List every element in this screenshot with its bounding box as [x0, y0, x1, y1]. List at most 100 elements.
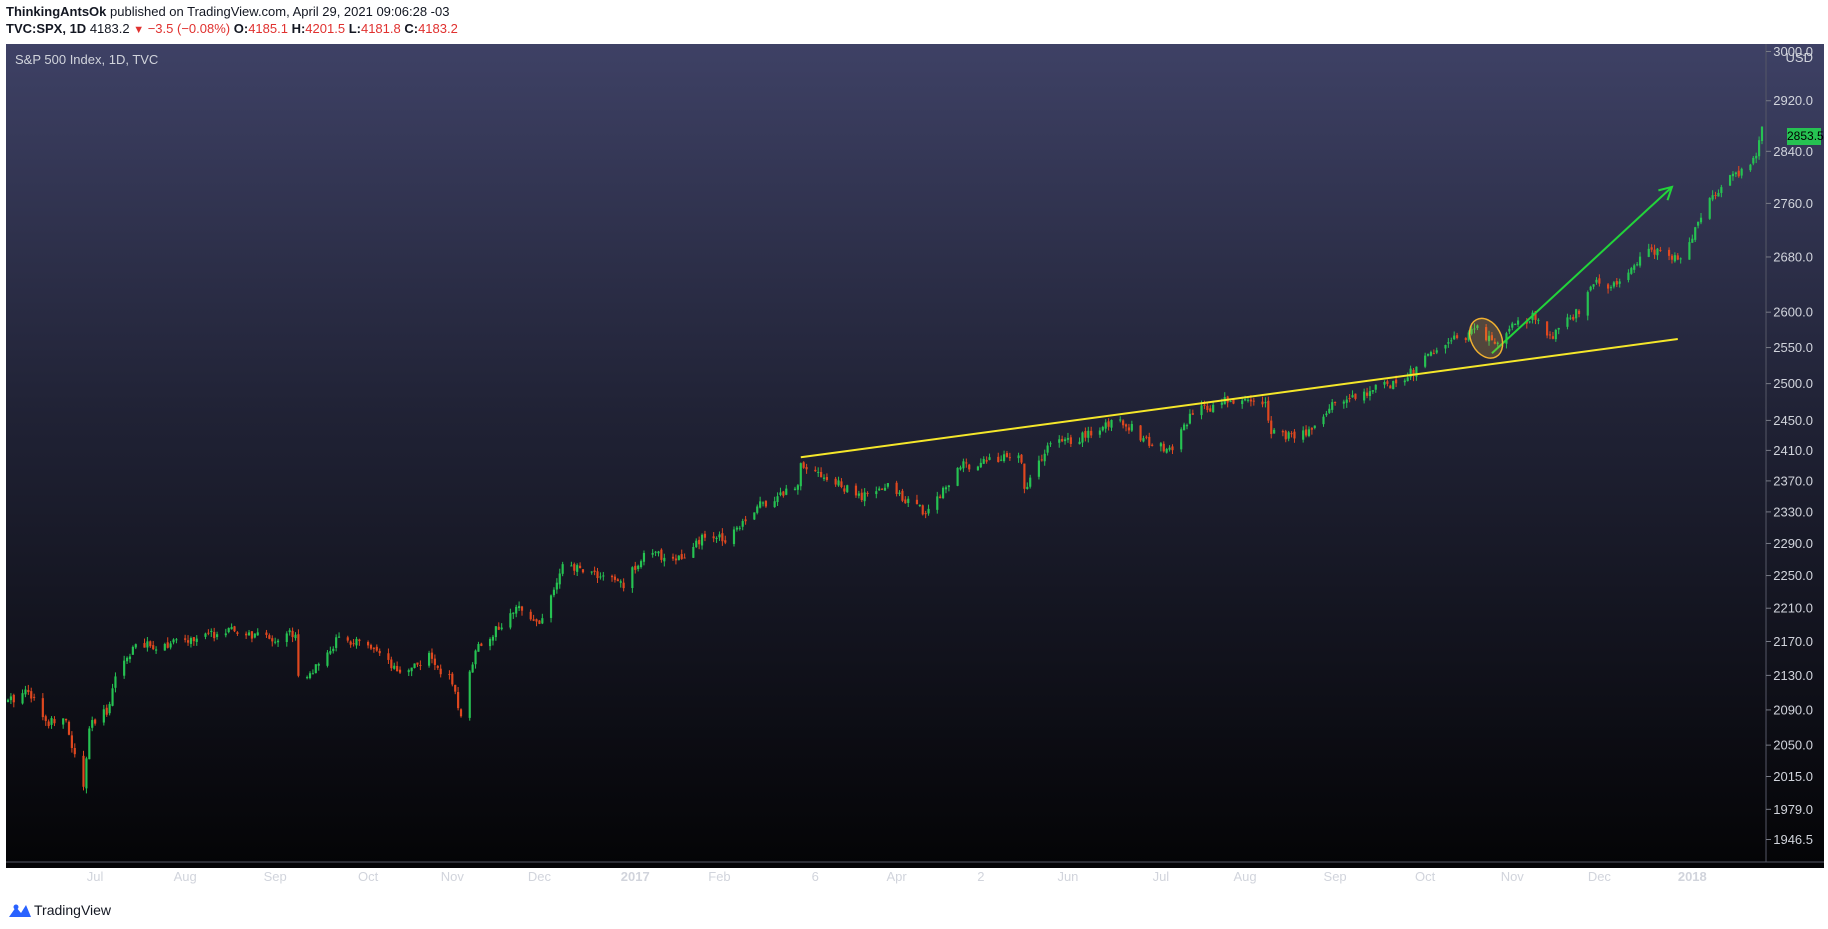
candle-up	[175, 639, 178, 641]
candle-up	[1447, 342, 1450, 344]
price-tick-label: 2015.0	[1773, 769, 1813, 784]
candle-up	[1130, 423, 1133, 431]
candle-down	[233, 626, 236, 632]
candle-up	[1159, 443, 1162, 447]
candle-down	[968, 464, 971, 470]
candle-down	[840, 481, 843, 488]
price-tick-label: 2170.0	[1773, 634, 1813, 649]
candle-up	[274, 641, 277, 643]
candle-down	[369, 645, 373, 649]
time-tick-label: 6	[812, 869, 819, 884]
time-tick-label: 2018	[1678, 869, 1707, 884]
candle-down	[622, 582, 625, 589]
chart-background	[6, 44, 1824, 868]
candle-up	[1081, 432, 1084, 443]
candle-down	[1261, 401, 1264, 405]
candle-down	[1008, 457, 1011, 459]
candle-down	[904, 499, 907, 504]
candlestick-chart[interactable]: 3000.02920.02840.02760.02680.02600.02550…	[0, 0, 1828, 929]
candle-up	[1679, 258, 1682, 260]
candle-up	[1371, 390, 1374, 392]
candle-up	[102, 709, 105, 723]
candle-down	[73, 747, 76, 755]
candle-up	[247, 632, 251, 636]
candle-up	[24, 689, 27, 695]
candle-down	[538, 620, 541, 624]
candle-up	[718, 534, 721, 538]
candle-up	[1287, 432, 1290, 439]
candle-up	[663, 557, 666, 562]
candle-up	[326, 652, 329, 666]
candle-up	[1734, 172, 1737, 175]
tradingview-logo-icon[interactable]	[7, 902, 33, 920]
candle-up	[1246, 399, 1250, 401]
candle-up	[799, 463, 802, 487]
time-tick-label: Nov	[1501, 869, 1525, 884]
footer-brand[interactable]: TradingView	[34, 902, 111, 918]
candle-up	[651, 552, 654, 555]
candle-up	[1444, 344, 1447, 349]
candle-down	[1546, 321, 1549, 336]
candle-down	[1670, 255, 1674, 260]
candle-up	[256, 632, 259, 636]
candle-up	[677, 555, 680, 561]
candle-up	[1328, 408, 1331, 413]
candle-up	[1575, 309, 1578, 319]
candle-up	[123, 660, 126, 676]
candle-up	[515, 606, 518, 614]
candle-up	[822, 477, 826, 479]
candle-down	[613, 576, 617, 580]
candle-down	[358, 639, 361, 642]
candle-down	[271, 638, 274, 642]
candle-up	[1557, 327, 1560, 330]
candle-up	[227, 628, 230, 633]
candle-up	[756, 506, 759, 513]
candle-down	[367, 642, 370, 646]
candle-up	[1325, 413, 1328, 416]
candle-up	[1699, 217, 1703, 223]
price-tick-label: 2290.0	[1773, 536, 1813, 551]
candle-up	[1098, 430, 1101, 435]
candle-up	[1017, 455, 1020, 459]
candle-down	[1714, 195, 1717, 197]
candle-up	[317, 663, 320, 666]
candle-down	[1334, 402, 1337, 404]
candle-up	[1688, 242, 1691, 260]
candle-up	[1000, 459, 1003, 461]
candle-up	[494, 626, 497, 638]
candle-down	[1348, 398, 1351, 400]
candle-up	[1612, 282, 1615, 287]
candle-down	[532, 619, 535, 621]
candle-up	[91, 720, 94, 728]
candle-up	[959, 467, 962, 470]
candle-up	[715, 537, 718, 539]
candle-up	[230, 627, 233, 630]
candle-up	[509, 613, 512, 628]
candle-up	[1618, 281, 1621, 284]
candle-up	[1374, 384, 1377, 390]
candle-down	[433, 658, 436, 665]
candle-down	[1290, 433, 1293, 435]
candle-down	[939, 496, 942, 499]
candle-up	[195, 638, 198, 642]
candle-up	[210, 630, 213, 632]
candle-down	[396, 665, 399, 672]
candle-down	[1667, 249, 1671, 256]
candle-up	[1406, 377, 1409, 382]
candle-down	[1270, 420, 1273, 435]
candle-up	[253, 633, 256, 638]
time-tick-label: Aug	[1234, 869, 1257, 884]
time-axis[interactable]: Jul Aug Sep Oct Nov Dec 2017 Feb 6 Apr 2 Jun Jul Aug S…	[87, 869, 1707, 884]
candle-up	[1313, 425, 1316, 428]
candle-down	[1548, 334, 1552, 336]
candle-up	[1322, 416, 1325, 425]
candle-up	[468, 671, 471, 718]
candle-up	[1516, 320, 1520, 325]
candle-up	[131, 646, 134, 655]
candle-up	[1609, 287, 1613, 289]
candle-up	[1711, 195, 1714, 200]
currency-label: USD	[1786, 50, 1813, 65]
candle-up	[1426, 353, 1430, 356]
candle-up	[657, 551, 660, 554]
candle-down	[53, 719, 56, 724]
